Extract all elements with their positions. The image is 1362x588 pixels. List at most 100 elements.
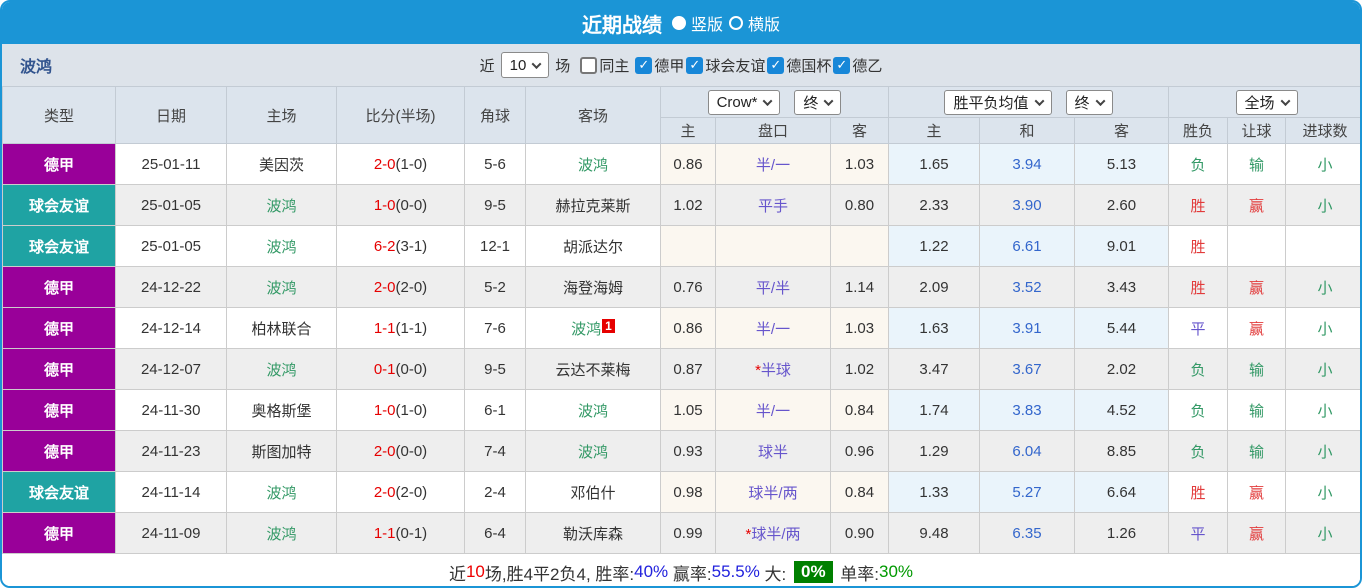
halftime-score: (0-0) (395, 196, 428, 214)
handicap-result-cell: 赢 (1227, 184, 1286, 226)
corner-cell: 5-2 (464, 266, 526, 308)
chevron-down-icon (1280, 95, 1290, 106)
radio-horizontal-layout[interactable]: 横版 (729, 11, 780, 35)
col-header-handicap-result: 让球 (1227, 117, 1286, 144)
halftime-score: (0-0) (395, 360, 428, 378)
radio-vertical-label: 竖版 (690, 17, 723, 34)
goals-cell: 小 (1284, 143, 1360, 185)
odds-away-cell (830, 225, 889, 267)
away-team-name: 波鸿 (577, 156, 608, 174)
league-filter: ✓ 德国杯 (767, 55, 831, 76)
period-select[interactable]: 全场 (1235, 89, 1298, 115)
mean-type-select[interactable]: 胜平负均值 (944, 89, 1052, 115)
handicap-value: 半/一 (755, 320, 791, 338)
mean-away-cell: 3.43 (1074, 266, 1169, 308)
handicap-cell: 球半/两 (715, 471, 831, 513)
league-filter: ✓ 德甲 (635, 55, 684, 76)
handicap-value: 平/半 (755, 279, 791, 297)
near-label: 近 (479, 57, 495, 75)
fulltime-score: 6-2 (373, 237, 396, 255)
mean-away-cell: 8.85 (1074, 430, 1169, 472)
odds-away-cell: 1.03 (830, 307, 889, 349)
date-cell: 25-01-05 (115, 225, 227, 267)
radio-unselected-icon[interactable] (729, 16, 743, 30)
corner-cell: 2-4 (464, 471, 526, 513)
goals-cell: 小 (1284, 512, 1360, 554)
unit-label: 场 (555, 57, 571, 75)
date-cell: 24-11-30 (115, 389, 227, 431)
league-checkbox[interactable]: ✓ (635, 56, 653, 74)
layout-radio-group: 竖版 横版 (671, 11, 780, 35)
summary-segment: 40% (634, 562, 669, 581)
league-filter: ✓ 球会友谊 (686, 55, 765, 76)
away-team-name: 波鸿 (577, 443, 608, 461)
result-cell: 胜 (1168, 266, 1228, 308)
score-cell: 6-2(3-1) (336, 225, 465, 267)
halftime-score: (0-0) (395, 442, 428, 460)
league-type-cell: 德甲 (2, 348, 116, 390)
same-home-checkbox[interactable] (580, 56, 598, 74)
away-team-name: 波鸿 (571, 320, 602, 338)
score-cell: 1-1(1-1) (336, 307, 465, 349)
handicap-result-cell: 输 (1227, 348, 1286, 390)
team-name: 波鸿 (20, 59, 53, 76)
chevron-down-icon (531, 58, 542, 69)
filter-bar: 波鸿 近 10 场 同主 ✓ 德甲 ✓ 球会友谊 ✓ 德国杯 ✓ 德乙 (2, 44, 1360, 86)
away-team-name: 波鸿 (577, 402, 608, 420)
summary-segment: 0% (793, 561, 833, 583)
corner-cell: 7-6 (464, 307, 526, 349)
halftime-score: (1-0) (395, 155, 428, 173)
league-checkbox[interactable]: ✓ (767, 56, 785, 74)
mean-draw-cell: 6.35 (979, 512, 1075, 554)
odds-time-select[interactable]: 终 (794, 89, 842, 115)
mean-time-select[interactable]: 终 (1065, 89, 1113, 115)
halftime-score: (2-0) (395, 278, 428, 296)
score-cell: 2-0(0-0) (336, 430, 465, 472)
home-team-cell: 波鸿 (226, 184, 337, 226)
odds-away-cell: 0.84 (830, 471, 889, 513)
handicap-value: 半球 (760, 361, 791, 379)
fulltime-score: 1-0 (373, 196, 396, 214)
league-checkbox[interactable]: ✓ (833, 56, 851, 74)
goals-cell: 小 (1284, 266, 1360, 308)
home-team-cell: 斯图加特 (226, 430, 337, 472)
handicap-value: 半/一 (755, 402, 791, 420)
results-table: 类型 日期 主场 比分(半场) 角球 客场 Crow* 终 胜平负均值 终 全场… (2, 86, 1360, 554)
corner-cell: 6-4 (464, 512, 526, 554)
halftime-score: (1-1) (395, 319, 428, 337)
league-type-cell: 德甲 (2, 266, 116, 308)
odds-home-cell: 0.93 (660, 430, 716, 472)
fulltime-score: 2-0 (373, 442, 396, 460)
handicap-cell (715, 225, 831, 267)
odds-away-cell: 0.90 (830, 512, 889, 554)
corner-cell: 7-4 (464, 430, 526, 472)
league-checkbox[interactable]: ✓ (686, 56, 704, 74)
match-count-value: 10 (509, 56, 527, 74)
mean-away-cell: 6.64 (1074, 471, 1169, 513)
odds-away-cell: 0.84 (830, 389, 889, 431)
handicap-cell: 半/一 (715, 307, 831, 349)
col-header-corner: 角球 (464, 86, 526, 144)
home-team-cell: 波鸿 (226, 348, 337, 390)
result-cell: 平 (1168, 307, 1228, 349)
date-cell: 24-11-14 (115, 471, 227, 513)
chevron-down-icon (762, 95, 773, 106)
match-row: 德甲 24-11-30 奥格斯堡 1-0(1-0) 6-1 波鸿 1.05 半/一 0.84 1.… (2, 389, 1360, 431)
handicap-cell: 球半 (715, 430, 831, 472)
handicap-value: 球半 (757, 443, 788, 461)
bookmaker-select[interactable]: Crow* (707, 89, 781, 115)
radio-selected-icon[interactable] (671, 16, 686, 30)
match-row: 德甲 24-12-07 波鸿 0-1(0-0) 9-5 云达不莱梅 0.87 *半球 1.02 3… (2, 348, 1360, 390)
match-row: 球会友谊 25-01-05 波鸿 1-0(0-0) 9-5 赫拉克莱斯 1.02 平手 0.80… (2, 184, 1360, 226)
corner-cell: 9-5 (464, 184, 526, 226)
corner-cell: 6-1 (464, 389, 526, 431)
odds-away-cell: 0.96 (830, 430, 889, 472)
mean-away-cell: 2.60 (1074, 184, 1169, 226)
radio-vertical-layout[interactable]: 竖版 (671, 11, 723, 35)
league-type-cell: 德甲 (2, 307, 116, 349)
match-count-select[interactable]: 10 (500, 52, 550, 78)
odds-home-cell: 0.76 (660, 266, 716, 308)
handicap-cell: *半球 (715, 348, 831, 390)
match-row: 德甲 24-12-22 波鸿 2-0(2-0) 5-2 海登海姆 0.76 平/半 1.14 2.… (2, 266, 1360, 308)
odds-away-cell: 0.80 (830, 184, 889, 226)
